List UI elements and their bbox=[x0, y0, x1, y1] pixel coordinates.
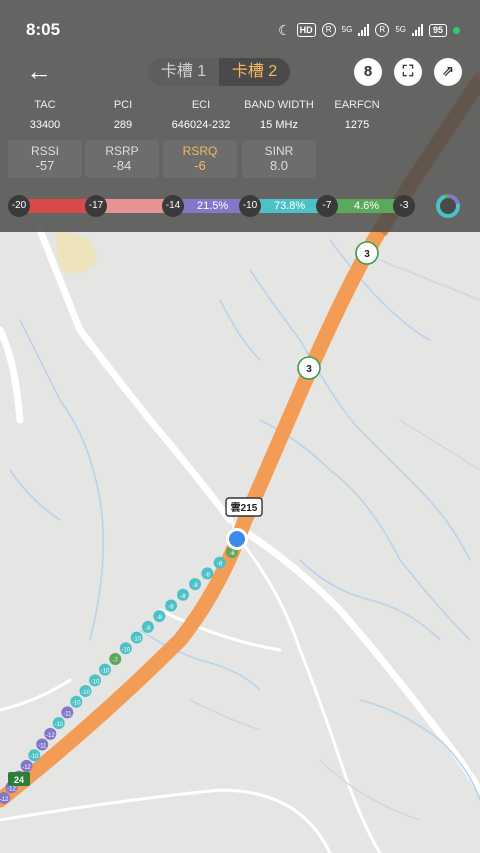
clock: 8:05 bbox=[26, 20, 61, 39]
trace-value: -11 bbox=[38, 744, 47, 750]
legend-percent: 73.8% bbox=[274, 200, 306, 212]
route-badge-3-top: 3 bbox=[355, 241, 379, 265]
trace-value: -10 bbox=[121, 647, 130, 653]
trace-value: -12 bbox=[46, 733, 55, 739]
info-pci: PCI 289 bbox=[113, 99, 133, 131]
tab-sim-1[interactable]: 卡槽 1 bbox=[148, 58, 219, 86]
legend-tick: -17 bbox=[85, 195, 107, 217]
legend-tick: -20 bbox=[8, 195, 30, 217]
trace-value: -12 bbox=[7, 786, 16, 792]
svg-text:3: 3 bbox=[364, 249, 370, 260]
trace-value: -8 bbox=[168, 604, 174, 610]
trace-value: -8 bbox=[145, 626, 151, 632]
trace-value: -8 bbox=[205, 572, 211, 578]
metric-rsrp[interactable]: RSRP -84 bbox=[85, 140, 159, 178]
legend-tick: -10 bbox=[239, 195, 261, 217]
legend-percent: 4.6% bbox=[354, 200, 380, 212]
info-earfcn: EARFCN 1275 bbox=[334, 99, 380, 131]
trace-value: -10 bbox=[54, 722, 63, 728]
metric-sinr[interactable]: SINR 8.0 bbox=[242, 140, 316, 178]
trace-value: -8 bbox=[157, 615, 163, 621]
legend-tick: -14 bbox=[162, 195, 184, 217]
header-overlay: 8:05 ☾ HD R 5G R 5G 95 ← 卡槽 1 卡槽 2 8 ⛶ ⇗… bbox=[0, 0, 480, 232]
fullscreen-icon[interactable]: ⛶ bbox=[394, 58, 422, 86]
trace-value: -11 bbox=[63, 711, 72, 717]
r-icon-2: R bbox=[375, 23, 390, 37]
moon-icon: ☾ bbox=[278, 21, 291, 38]
route-badge-24: 24 bbox=[8, 772, 30, 786]
trace-value: -8 bbox=[217, 562, 223, 568]
svg-text:24: 24 bbox=[14, 775, 24, 785]
signal-bars-icon-2 bbox=[411, 24, 423, 36]
trace-value: -6 bbox=[229, 551, 235, 557]
status-bar: 8:05 ☾ HD R 5G R 5G 95 bbox=[0, 0, 480, 62]
count-button[interactable]: 8 bbox=[354, 58, 382, 86]
trace-value: -10 bbox=[30, 754, 39, 760]
signal-bars-icon bbox=[358, 24, 370, 36]
svg-text:3: 3 bbox=[306, 364, 312, 375]
sim-tabs: 卡槽 1 卡槽 2 bbox=[148, 58, 290, 86]
info-tac: TAC 33400 bbox=[29, 99, 61, 131]
route-badge-3-mid: 3 bbox=[297, 356, 321, 380]
trace-value: -12 bbox=[0, 797, 9, 803]
back-button[interactable]: ← bbox=[26, 58, 58, 86]
current-location-marker[interactable] bbox=[226, 528, 248, 550]
signal-legend: -20 -17 -14 -10 -7 -3 21.5% 73.8% 4.6% bbox=[8, 195, 418, 217]
trace-value: -10 bbox=[72, 701, 81, 707]
trace-value: -10 bbox=[91, 679, 100, 685]
trace-value: -10 bbox=[132, 637, 141, 643]
signal-icon-2: 5G bbox=[395, 25, 406, 34]
legend-tick: -7 bbox=[316, 195, 338, 217]
trace-value: -10 bbox=[101, 669, 110, 675]
distribution-ring-icon[interactable] bbox=[436, 194, 460, 218]
trace-value: -8 bbox=[180, 594, 186, 600]
info-eci: ECI 646024-232 bbox=[171, 99, 231, 131]
status-icons: ☾ HD R 5G R 5G 95 bbox=[278, 21, 460, 39]
metric-rsrq[interactable]: RSRQ -6 bbox=[163, 140, 237, 178]
legend-tick: -3 bbox=[393, 195, 415, 217]
road-label-215: 雲215 bbox=[225, 497, 263, 517]
info-bandwidth: BAND WIDTH 15 MHz bbox=[244, 99, 314, 131]
legend-percent: 21.5% bbox=[197, 200, 229, 212]
share-icon[interactable]: ⇗ bbox=[434, 58, 462, 86]
metric-rssi[interactable]: RSSI -57 bbox=[8, 140, 82, 178]
hd-icon: HD bbox=[296, 23, 316, 37]
signal-icon: 5G bbox=[341, 25, 353, 34]
battery-icon: 95 bbox=[428, 23, 447, 37]
trace-value: -8 bbox=[192, 583, 198, 589]
trace-value: -7 bbox=[113, 658, 119, 664]
trace-value: -12 bbox=[22, 765, 31, 771]
tab-sim-2[interactable]: 卡槽 2 bbox=[219, 58, 290, 86]
r-icon: R bbox=[321, 23, 336, 37]
trace-value: -10 bbox=[81, 690, 90, 696]
svg-text:雲215: 雲215 bbox=[231, 502, 258, 514]
privacy-dot-icon bbox=[453, 26, 460, 34]
